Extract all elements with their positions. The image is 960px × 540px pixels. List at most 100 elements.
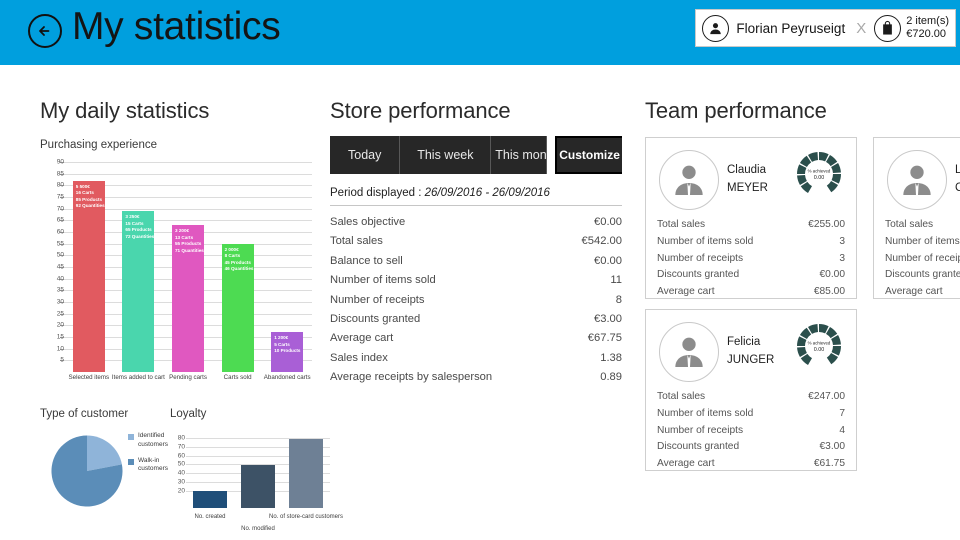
customize-button[interactable]: Customize: [555, 136, 622, 174]
app-header: My statistics Florian Peyruseigt X 2 ite…: [0, 0, 960, 65]
loyalty-y-tick: 30: [177, 478, 185, 486]
bar-value-label: 46 Quantities: [224, 266, 254, 272]
member-last-name: MEYER: [727, 182, 768, 195]
card-stats-list: Total sales €255.00 Number of items sold 3 N…: [657, 217, 845, 301]
back-arrow-icon[interactable]: [28, 14, 62, 48]
daily-statistics-section: My daily statistics Purchasing experienc…: [40, 65, 343, 532]
x-tick-label: Pending carts: [169, 374, 207, 381]
card-stat-value: €0.00: [819, 269, 846, 281]
store-stat-row: Discounts granted €3.00: [330, 310, 622, 329]
loyalty-bar[interactable]: [241, 464, 275, 508]
shopping-bag-icon[interactable]: [874, 14, 902, 42]
period-label: Period displayed :: [330, 187, 422, 199]
person-icon: [887, 150, 947, 210]
chart-bar[interactable]: 3 250€ 15 Carts 65 Products 72 Quantities: [122, 211, 155, 372]
user-session-box[interactable]: Florian Peyruseigt X 2 item(s) €720.00: [695, 9, 956, 47]
card-stat-value: 3: [839, 252, 845, 264]
user-name: Florian Peyruseigt: [736, 20, 846, 36]
loyalty-y-tick: 40: [177, 469, 185, 477]
card-header: Claudia MEYER % achieved 0.00: [657, 148, 845, 214]
card-stat-label: Total sales: [885, 219, 934, 230]
close-icon[interactable]: X: [854, 21, 874, 36]
team-member-card[interactable]: Felicia JUNGER % achieved 0.00 Total sales €2…: [645, 309, 857, 471]
loyalty-bar[interactable]: [289, 438, 323, 508]
axis-tick: [60, 220, 64, 222]
axis-tick: [60, 348, 64, 350]
card-stat-row: Number of items sold: [885, 234, 960, 251]
axis-tick: [60, 243, 64, 245]
dashboard-content: My daily statistics Purchasing experienc…: [0, 65, 960, 540]
store-stat-label: Number of receipts: [330, 293, 425, 306]
person-icon: [659, 150, 719, 210]
legend-label: Identified customers: [138, 432, 168, 448]
legend-label: Walk-in customers: [138, 456, 168, 473]
card-stat-value: €85.00: [813, 286, 845, 298]
loyalty-chart: Loyalty 20 30 40 50 60 70 80 No. created No. mo…: [170, 408, 343, 532]
card-header: LaetitiaCASTA% achieved0.00: [885, 148, 960, 214]
card-stat-value: €255.00: [808, 219, 845, 230]
store-stat-label: Total sales: [330, 235, 383, 248]
purchasing-experience-label: Purchasing experience: [40, 139, 157, 151]
tab-this-week[interactable]: This week: [400, 136, 492, 174]
card-stats-list: Total sales €247.00 Number of items sold 7 N…: [657, 389, 845, 473]
store-stat-value: 11: [610, 274, 622, 287]
card-stat-row: Number of receipts: [885, 251, 960, 268]
store-stat-label: Sales index: [330, 351, 388, 364]
chart-plot-area: 5 500€ 16 Carts 85 Products 92 Quantities 3 …: [60, 162, 312, 372]
bar-value-label: 10 Products: [274, 348, 301, 354]
card-stat-label: Discounts granted: [657, 441, 740, 453]
type-of-customer-title: Type of customer: [40, 408, 129, 420]
card-stat-row: Discounts granted €0.00: [657, 267, 845, 284]
store-stat-row: Total sales €542.00: [330, 232, 622, 251]
chart-bar[interactable]: 3 200€ 13 Carts 55 Products 71 Quantities: [172, 225, 204, 372]
chart-bar[interactable]: 1 200€ 5 Carts 10 Products: [271, 332, 304, 372]
bar-value-label: 55 Products: [175, 241, 202, 247]
svg-text:% achieved: % achieved: [808, 341, 831, 346]
x-tick-label: Selected items: [68, 374, 110, 381]
card-stats-list: Total sales Number of items sold Number of…: [885, 217, 960, 301]
loyalty-y-tick: 20: [177, 487, 185, 495]
card-stat-value: 4: [839, 424, 845, 436]
card-stat-label: Total sales: [657, 219, 706, 230]
store-stat-label: Balance to sell: [330, 254, 403, 267]
store-stat-label: Average receipts by salesperson: [330, 371, 493, 383]
card-stat-label: Average cart: [885, 286, 943, 298]
team-member-card[interactable]: LaetitiaCASTA% achieved0.00Total salesNu…: [873, 137, 960, 299]
axis-tick: [60, 360, 64, 362]
card-stat-label: Average cart: [657, 286, 715, 298]
bar-value-label: 65 Products: [125, 227, 152, 233]
store-stat-row: Average cart €67.75: [330, 329, 622, 348]
tab-this-month[interactable]: This montl: [491, 136, 548, 174]
store-stat-row: Sales index 1.38: [330, 349, 622, 368]
member-last-name: CASTA: [955, 182, 960, 195]
store-stat-row: Number of receipts 8: [330, 291, 622, 310]
card-stat-value: €3.00: [819, 441, 846, 453]
tab-today[interactable]: Today: [330, 136, 401, 174]
type-of-customer-chart: Type of customer Identified customers Walk…: [40, 408, 180, 507]
loyalty-y-tick: 50: [177, 460, 185, 468]
legend-swatch: [128, 434, 134, 440]
card-stat-label: Number of receipts: [657, 252, 744, 264]
store-stat-row: Number of items sold 11: [330, 271, 622, 290]
chart-bar[interactable]: 2 000€ 8 Carts 45 Products 46 Quantities: [221, 243, 254, 372]
loyalty-plot-area: [186, 434, 330, 508]
card-stat-row: Average cart €61.75: [657, 456, 845, 473]
bar-value-label: 92 Quantities: [75, 203, 105, 209]
card-stat-row: Total sales: [885, 217, 960, 234]
card-stat-label: Number of receipts: [885, 252, 960, 264]
team-member-card[interactable]: Claudia MEYER % achieved 0.00 Total sales €25…: [645, 137, 857, 299]
cart-summary: 2 item(s) €720.00: [906, 15, 949, 41]
divider: [330, 205, 622, 206]
axis-tick: [60, 337, 64, 338]
axis-tick: [60, 173, 64, 175]
card-stat-value: €61.75: [813, 458, 845, 470]
person-icon: [659, 322, 719, 382]
loyalty-bar[interactable]: [193, 491, 227, 508]
member-first-name: Laetitia: [955, 164, 960, 176]
chart-bar[interactable]: 5 500€ 16 Carts 85 Products 92 Quantities: [72, 180, 105, 372]
member-first-name: Claudia: [727, 164, 766, 176]
bottom-charts-row: Type of customer Identified customers Walk…: [40, 408, 343, 532]
cart-item-count: 2 item(s): [906, 15, 949, 28]
legend-item: Walk-in customers: [128, 457, 168, 475]
card-stat-label: Number of items sold: [657, 235, 754, 247]
